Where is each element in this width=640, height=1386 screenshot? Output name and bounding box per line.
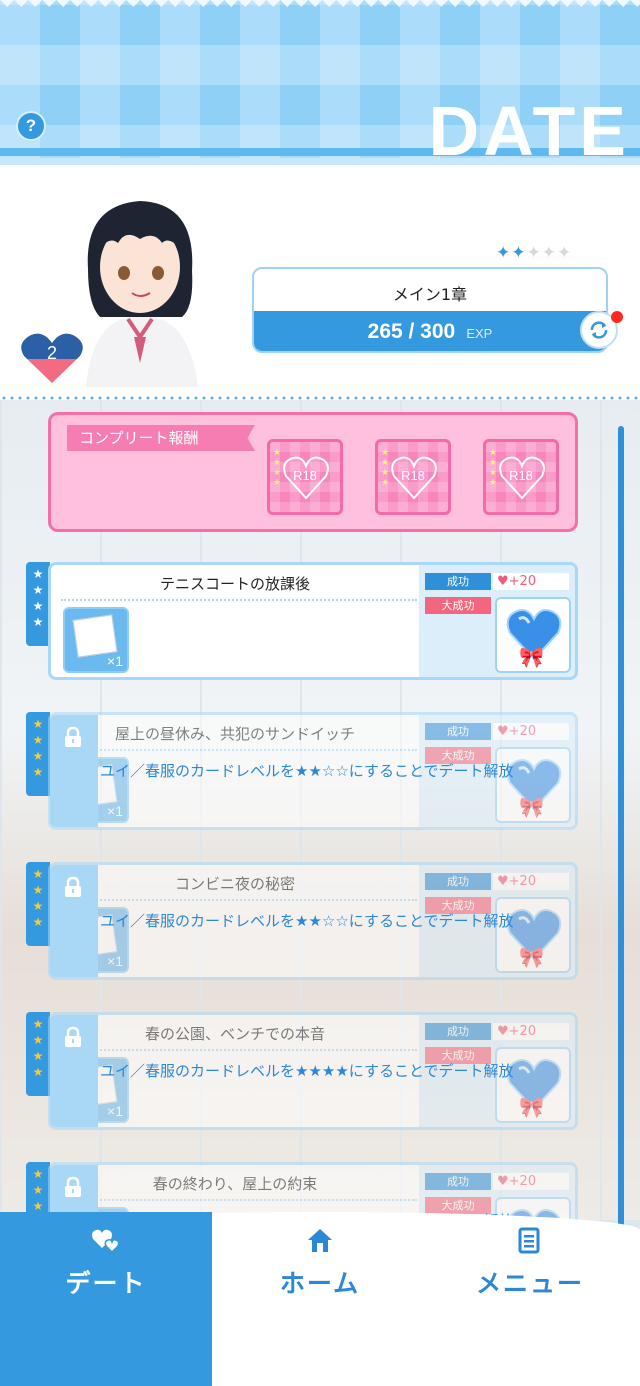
date-rarity-stars: ★★★★ [26, 562, 50, 646]
card-name: メイン1章 [392, 285, 468, 304]
ribbon-icon: 🎀 [519, 795, 544, 819]
notification-dot [611, 311, 623, 323]
reward-tile[interactable]: ★ ★ ★ ★ R18 [483, 439, 559, 515]
scrollbar[interactable] [618, 426, 624, 1246]
date-title: 春の公園、ベンチでの本音 [144, 1025, 325, 1043]
date-card[interactable]: ★ ★ ★ ★ コンビニ夜の秘密 ×1 成功 ♥+20 大成功 🎀 ユイ／春服の… [26, 862, 578, 982]
success-tag: 成功 [425, 873, 491, 890]
success-tag: 成功 [425, 723, 491, 740]
rarity-star-icon: ✦ [526, 243, 541, 263]
small-heart-icon: ♥ [497, 1174, 509, 1189]
small-heart-icon: ♥ [497, 574, 509, 589]
rarity-star-icon: ✦ [541, 243, 556, 263]
exp-unit: EXP [466, 326, 493, 341]
refresh-icon [590, 321, 608, 339]
nav-menu[interactable]: メニュー [424, 1224, 636, 1300]
great-success-reward[interactable]: 🎀 [495, 597, 571, 673]
great-success-reward[interactable]: 🎀 [495, 1047, 571, 1123]
lock-icon [65, 1026, 81, 1047]
exp-value: 265 / 300 [367, 320, 456, 343]
nav-home[interactable]: ホーム [214, 1224, 426, 1300]
reward-value: +20 [508, 1024, 537, 1039]
home-icon [308, 1229, 332, 1252]
date-title: コンビニ夜の秘密 [174, 875, 295, 893]
rarity-star-icon: ✦ [496, 243, 511, 263]
lock-icon [65, 1176, 81, 1197]
date-title: 屋上の昼休み、共犯のサンドイッチ [114, 725, 355, 743]
item-count: ×1 [107, 803, 123, 819]
reward-value: +20 [508, 874, 537, 889]
lock-icon [65, 726, 81, 747]
reward-value: +20 [508, 1174, 537, 1189]
reward-label: R18 [401, 468, 425, 483]
unlock-condition: ユイ／春服のカードレベルを★★☆☆にすることでデート解放 [100, 912, 514, 930]
memo-icon [72, 614, 118, 658]
dotted-separator [61, 749, 417, 751]
great-success-reward[interactable]: 🎀 [495, 897, 571, 973]
nav-home-label: ホーム [279, 1269, 361, 1298]
unlock-condition: ユイ／春服のカードレベルを★★☆☆にすることでデート解放 [100, 762, 514, 780]
item-count: ×1 [107, 653, 123, 669]
affection-reward: ♥+20 [493, 723, 569, 740]
page-title: DATE [428, 92, 630, 165]
success-tag: 成功 [425, 1023, 491, 1040]
item-count: ×1 [107, 1103, 123, 1119]
complete-reward-panel: コンプリート報酬 ★ ★ ★ ★ R18 ★ ★ ★ ★ R18 ★ ★ ★ ★ R18 [48, 412, 578, 532]
dotted-separator [61, 599, 417, 601]
date-item[interactable]: ×1 [63, 607, 129, 673]
rarity-star-icon: ✦ [557, 243, 572, 263]
header-zigzag [0, 0, 640, 14]
date-rarity-stars: ★★★★ [26, 862, 50, 946]
date-reward-panel: 成功 ♥+20 大成功 🎀 [419, 565, 575, 677]
card-info-panel: メイン1章 265 / 300 EXP [252, 267, 608, 353]
ribbon-icon: 🎀 [519, 645, 544, 669]
small-heart-icon: ♥ [497, 874, 509, 889]
affection-reward: ♥+20 [493, 873, 569, 890]
affection-reward: ♥+20 [493, 1023, 569, 1040]
small-heart-icon: ♥ [497, 1024, 509, 1039]
dotted-separator [61, 899, 417, 901]
reward-label: R18 [293, 468, 317, 483]
date-title: テニスコートの放課後 [159, 575, 310, 593]
small-heart-icon: ♥ [497, 724, 509, 739]
ribbon-icon: 🎀 [519, 1095, 544, 1119]
header: ? DATE [0, 0, 640, 165]
reward-label: R18 [509, 468, 533, 483]
reward-value: +20 [508, 574, 537, 589]
exp-bar: 265 / 300 EXP [254, 311, 606, 351]
affection-level: 2 [46, 343, 57, 363]
lock-icon [65, 876, 81, 897]
complete-reward-label: コンプリート報酬 [67, 425, 255, 451]
date-card[interactable]: ★★★★ 屋上の昼休み、共犯のサンドイッチ ×1 成功 ♥+20 大成功 [26, 712, 578, 832]
date-rarity-stars: ★★★★ [26, 712, 50, 796]
date-title: 春の終わり、屋上の約束 [152, 1175, 318, 1193]
affection-reward: ♥+20 [493, 1173, 569, 1190]
rarity-star-icon: ✦ [511, 243, 526, 263]
date-rarity-stars: ★★★★ [26, 1012, 50, 1096]
dotted-separator [61, 1199, 417, 1201]
reward-tile[interactable]: ★ ★ ★ ★ R18 [267, 439, 343, 515]
rarity-stars: ✦ ✦ ✦ ✦ ✦ [496, 245, 571, 262]
great-success-reward[interactable]: 🎀 [495, 747, 571, 823]
nav-date[interactable]: デート [0, 1224, 212, 1300]
reward-value: +20 [508, 724, 537, 739]
item-count: ×1 [107, 953, 123, 969]
date-card-body: テニスコートの放課後 ×1 成功 ♥+20 大成功 🎀 [48, 562, 578, 680]
menu-list-icon [518, 1227, 540, 1254]
great-success-tag: 大成功 [425, 597, 491, 614]
ribbon-icon: 🎀 [519, 945, 544, 969]
affection-reward: ♥+20 [493, 573, 569, 590]
nav-date-label: デート [65, 1269, 147, 1298]
success-tag: 成功 [425, 1173, 491, 1190]
nav-menu-label: メニュー [475, 1269, 584, 1298]
success-tag: 成功 [425, 573, 491, 590]
reward-tile[interactable]: ★ ★ ★ ★ R18 [375, 439, 451, 515]
date-card[interactable]: ★ ★ ★ ★ 春の公園、ベンチでの本音 ×1 成功 ♥+20 大成功 🎀 ユイ… [26, 1012, 578, 1132]
character-profile: 2 ✦ ✦ ✦ ✦ ✦ メイン1章 265 / 300 EXP [0, 165, 640, 400]
dotted-separator [61, 1049, 417, 1051]
unlock-condition: ユイ／春服のカードレベルを★★★★にすることでデート解放 [100, 1062, 514, 1080]
date-card[interactable]: ★ ★ ★ ★ テニスコートの放課後 ×1 成功 ♥+20 大成功 🎀 [26, 562, 578, 682]
hearts-icon [92, 1229, 120, 1254]
help-button[interactable]: ? [16, 111, 46, 141]
